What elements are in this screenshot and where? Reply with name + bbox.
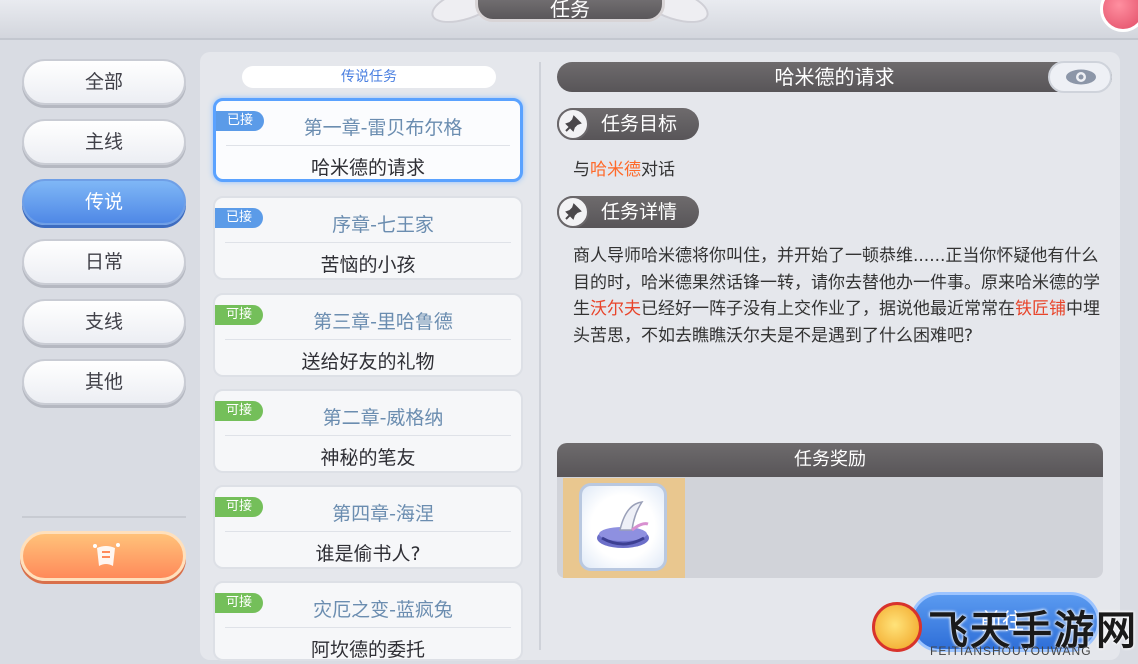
panel-divider bbox=[539, 62, 541, 650]
eye-icon bbox=[1066, 69, 1096, 85]
category-legend-button[interactable]: 传说 bbox=[22, 179, 186, 225]
preview-button[interactable] bbox=[1048, 61, 1112, 93]
quest-list-header: 传说任务 bbox=[242, 66, 496, 88]
quest-chapter: 灾厄之变-蓝疯兔 bbox=[313, 599, 453, 621]
quest-detail-title: 哈米德的请求 bbox=[557, 62, 1112, 92]
quest-card[interactable]: 可接 灾厄之变-蓝疯兔 阿坎德的委托 bbox=[213, 581, 523, 661]
watermark-logo bbox=[872, 602, 922, 652]
divider bbox=[225, 627, 511, 628]
objective-label: 任务目标 bbox=[601, 113, 678, 135]
description-highlight: 铁匠铺 bbox=[1015, 299, 1066, 319]
quest-card[interactable]: 可接 第三章-里哈鲁德 送给好友的礼物 bbox=[213, 293, 523, 377]
pin-icon bbox=[557, 108, 589, 140]
reward-item[interactable] bbox=[579, 483, 667, 571]
quest-card[interactable]: 已接 序章-七王家 苦恼的小孩 bbox=[213, 196, 523, 280]
divider bbox=[225, 242, 511, 243]
quest-name: 哈米德的请求 bbox=[310, 157, 425, 179]
detail-label: 任务详情 bbox=[601, 201, 678, 223]
headband-icon bbox=[597, 501, 649, 548]
quest-chapter: 序章-七王家 bbox=[332, 214, 434, 236]
quest-chapter: 第一章-雷贝布尔格 bbox=[303, 117, 463, 139]
page-title: 任务 bbox=[475, 0, 665, 22]
divider bbox=[225, 531, 511, 532]
description-part: 已经好一阵子没有上交作业了，据说他最近常常在 bbox=[641, 299, 1015, 319]
quest-name: 送给好友的礼物 bbox=[301, 351, 435, 373]
description-highlight: 沃尔夫 bbox=[590, 299, 641, 319]
objective-prefix: 与 bbox=[573, 160, 590, 180]
watermark-subtext: FEITIANSHOUYOUWANG bbox=[930, 644, 1092, 658]
reward-header: 任务奖励 bbox=[557, 443, 1103, 477]
sparkle-book-icon bbox=[91, 542, 121, 570]
quest-card[interactable]: 可接 第二章-威格纳 神秘的笔友 bbox=[213, 389, 523, 473]
objective-suffix: 对话 bbox=[641, 160, 675, 180]
quest-name: 阿坎德的委托 bbox=[310, 639, 425, 661]
quest-name: 苦恼的小孩 bbox=[320, 254, 416, 276]
quest-name: 神秘的笔友 bbox=[320, 447, 416, 469]
quest-card[interactable]: 可接 第四章-海涅 谁是偷书人? bbox=[213, 485, 523, 569]
divider bbox=[226, 145, 510, 146]
pin-icon bbox=[557, 196, 589, 228]
divider bbox=[22, 516, 186, 518]
objective-text: 与哈米德对话 bbox=[573, 155, 675, 180]
quest-name: 谁是偷书人? bbox=[315, 543, 421, 565]
category-side-button[interactable]: 支线 bbox=[22, 299, 186, 345]
objective-npc: 哈米德 bbox=[590, 160, 641, 180]
quest-card[interactable]: 已接 第一章-雷贝布尔格 哈米德的请求 bbox=[213, 98, 523, 182]
quest-book-button[interactable] bbox=[20, 531, 186, 581]
category-daily-button[interactable]: 日常 bbox=[22, 239, 186, 285]
category-all-button[interactable]: 全部 bbox=[22, 59, 186, 105]
category-main-button[interactable]: 主线 bbox=[22, 119, 186, 165]
quest-chapter: 第四章-海涅 bbox=[332, 503, 434, 525]
quest-chapter: 第二章-威格纳 bbox=[322, 407, 444, 429]
detail-section-label: 任务详情 bbox=[557, 196, 699, 228]
objective-section-label: 任务目标 bbox=[557, 108, 699, 140]
quest-description: 商人导师哈米德将你叫住，并开始了一顿恭维......正当你怀疑他有什么目的时，哈… bbox=[573, 243, 1108, 349]
divider bbox=[225, 339, 511, 340]
category-other-button[interactable]: 其他 bbox=[22, 359, 186, 405]
divider bbox=[225, 435, 511, 436]
quest-chapter: 第三章-里哈鲁德 bbox=[313, 311, 453, 333]
